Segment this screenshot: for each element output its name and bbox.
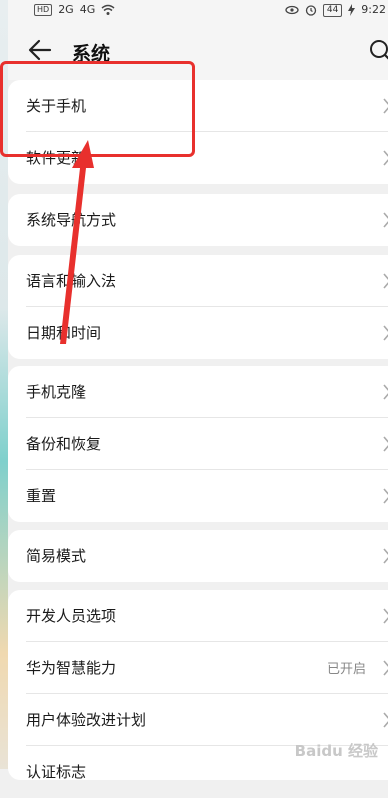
signal-2g-icon: 2G <box>58 3 74 16</box>
settings-group-simple-mode: 简易模式 <box>8 530 388 582</box>
settings-group-backup: 手机克隆 备份和恢复 重置 <box>8 366 388 522</box>
list-item-backup-restore[interactable]: 备份和恢复 <box>8 418 388 470</box>
chevron-right-icon <box>383 712 388 728</box>
status-bar: HD 2G 4G 44 9:22 <box>8 0 388 22</box>
list-item-label: 日期和时间 <box>26 324 102 342</box>
list-item-user-experience[interactable]: 用户体验改进计划 <box>8 694 388 746</box>
chevron-right-icon <box>383 150 388 166</box>
alarm-icon <box>305 5 316 16</box>
list-item-label: 手机克隆 <box>26 383 87 401</box>
list-item-date-time[interactable]: 日期和时间 <box>8 307 388 359</box>
list-item-label: 认证标志 <box>26 763 87 781</box>
settings-group-navigation: 系统导航方式 <box>8 194 388 246</box>
list-item-label: 开发人员选项 <box>26 607 117 625</box>
chevron-right-icon <box>383 608 388 624</box>
chevron-right-icon <box>383 98 388 114</box>
chevron-right-icon <box>383 273 388 289</box>
chevron-right-icon <box>383 325 388 341</box>
list-item-label: 语言和输入法 <box>26 272 117 290</box>
list-item-label: 简易模式 <box>26 547 87 565</box>
list-item-system-navigation[interactable]: 系统导航方式 <box>8 194 388 246</box>
chevron-right-icon <box>383 212 388 228</box>
list-item-label: 用户体验改进计划 <box>26 711 147 729</box>
list-item-huawei-ai[interactable]: 华为智慧能力 已开启 <box>8 642 388 694</box>
search-icon[interactable] <box>368 38 388 64</box>
chevron-right-icon <box>383 384 388 400</box>
charging-icon <box>348 4 356 16</box>
list-item-label: 备份和恢复 <box>26 435 102 453</box>
battery-indicator: 44 <box>322 3 343 17</box>
list-item-simple-mode[interactable]: 简易模式 <box>8 530 388 582</box>
chevron-right-icon <box>383 548 388 564</box>
list-item-language-input[interactable]: 语言和输入法 <box>8 255 388 307</box>
signal-4g-icon: 4G <box>79 3 96 16</box>
list-item-reset[interactable]: 重置 <box>8 470 388 522</box>
list-item-label: 重置 <box>26 487 57 505</box>
watermark: Baidu 经验 <box>294 742 378 760</box>
wifi-icon <box>101 4 115 15</box>
list-item-label: 系统导航方式 <box>26 211 117 229</box>
back-arrow-icon[interactable] <box>26 36 54 64</box>
list-item-phone-clone[interactable]: 手机克隆 <box>8 366 388 418</box>
hd-indicator: HD <box>34 4 53 16</box>
chevron-right-icon <box>383 436 388 452</box>
clock-time: 9:22 <box>361 3 386 16</box>
eye-icon <box>285 5 299 15</box>
highlight-box <box>0 61 195 157</box>
chevron-right-icon <box>383 488 388 504</box>
list-item-developer-options[interactable]: 开发人员选项 <box>8 590 388 642</box>
chevron-right-icon <box>383 660 388 676</box>
status-value: 已开启 <box>326 662 366 677</box>
list-item-label: 华为智慧能力 <box>26 659 117 677</box>
settings-group-language-date: 语言和输入法 日期和时间 <box>8 255 388 359</box>
